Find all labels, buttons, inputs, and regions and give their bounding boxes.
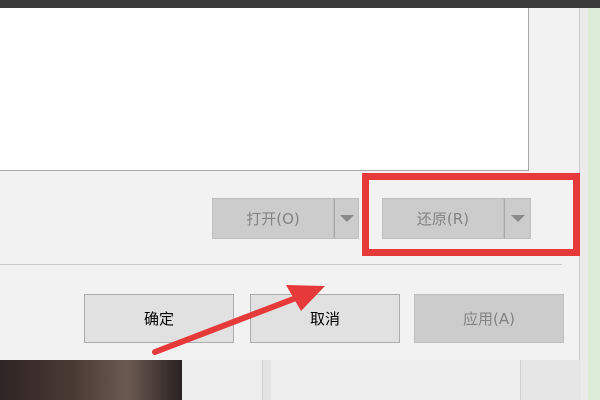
background-photo (0, 360, 182, 400)
annotation-highlight-box (362, 173, 580, 256)
cancel-button[interactable]: 取消 (250, 294, 400, 343)
ok-button[interactable]: 确定 (84, 294, 234, 343)
background-panel (520, 360, 581, 400)
chevron-down-icon (339, 215, 354, 222)
background-panel (262, 360, 271, 400)
window-titlebar (0, 0, 600, 8)
background-green-edge (588, 8, 600, 400)
open-dropdown-button (334, 198, 359, 239)
apply-button: 应用(A) (414, 294, 564, 343)
open-button: 打开(O) (212, 198, 334, 239)
list-panel[interactable] (0, 8, 529, 171)
